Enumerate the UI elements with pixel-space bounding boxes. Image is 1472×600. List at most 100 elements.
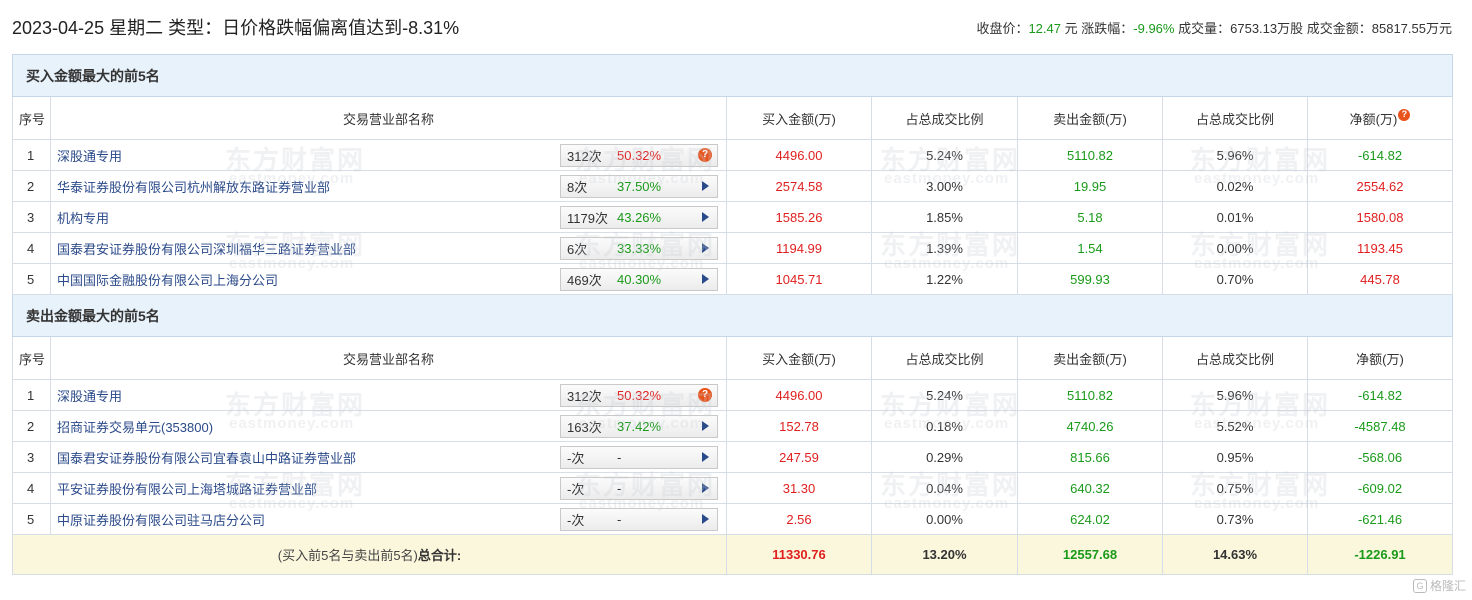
win-rate: - bbox=[617, 449, 622, 465]
buy-amount: 2574.58 bbox=[726, 170, 872, 202]
appearance-count: 312次 bbox=[567, 388, 602, 404]
change-label: 涨跌幅： bbox=[1081, 21, 1134, 36]
sell-amount: 5110.82 bbox=[1017, 379, 1163, 411]
help-question-icon[interactable]: ? bbox=[1398, 108, 1411, 121]
branch-name-wrap: 国泰君安证券股份有限公司深圳福华三路证券营业部 6次 33.33% bbox=[52, 234, 726, 263]
branch-stat-button[interactable]: 312次 50.32%? bbox=[560, 143, 718, 167]
total-label-bold: 总合计: bbox=[417, 548, 462, 563]
total-sell-ratio: 14.63% bbox=[1162, 534, 1308, 575]
arrow-right-icon[interactable] bbox=[693, 212, 717, 222]
col-header-buy-ratio-label: 占总成交比例 bbox=[905, 351, 984, 367]
sell-amount: 4740.26 bbox=[1017, 410, 1163, 442]
arrow-right-icon[interactable] bbox=[693, 514, 717, 524]
question-icon[interactable]: ? bbox=[693, 388, 717, 402]
arrow-glyph bbox=[701, 274, 709, 284]
question-icon[interactable]: ? bbox=[693, 148, 717, 162]
sell-ratio: 5.96% bbox=[1162, 379, 1308, 411]
volume-value: 6753.13万股 bbox=[1230, 21, 1304, 36]
buy-amount: 1045.71 bbox=[726, 263, 872, 295]
sell-amount: 19.95 bbox=[1017, 170, 1163, 202]
net-amount: -614.82 bbox=[1306, 379, 1454, 411]
col-header-buy-ratio-label: 占总成交比例 bbox=[905, 111, 984, 127]
branch-name-link[interactable]: 国泰君安证券股份有限公司宜春袁山中路证券营业部 bbox=[52, 448, 561, 467]
buy-ratio: 1.85% bbox=[871, 201, 1018, 233]
branch-name-link[interactable]: 华泰证券股份有限公司杭州解放东路证券营业部 bbox=[52, 177, 561, 196]
branch-name-link[interactable]: 平安证券股份有限公司上海塔城路证券营业部 bbox=[52, 479, 561, 498]
branch-name-wrap: 华泰证券股份有限公司杭州解放东路证券营业部 8次 37.50% bbox=[52, 172, 726, 201]
branch-name-link[interactable]: 国泰君安证券股份有限公司深圳福华三路证券营业部 bbox=[52, 239, 561, 258]
volume-label: 成交量： bbox=[1178, 21, 1231, 36]
net-amount: -621.46 bbox=[1306, 503, 1454, 535]
arrow-glyph bbox=[701, 483, 709, 493]
arrow-right-icon[interactable] bbox=[693, 181, 717, 191]
buy-amount: 4496.00 bbox=[726, 139, 872, 171]
branch-stat-button[interactable]: 163次 37.42% bbox=[560, 414, 718, 438]
win-rate: 37.42% bbox=[617, 418, 662, 434]
net-amount: -609.02 bbox=[1306, 472, 1454, 504]
appearance-count: -次 bbox=[567, 481, 585, 497]
win-rate: - bbox=[617, 480, 622, 496]
row-index: 2 bbox=[12, 170, 51, 202]
col-header-sell-label: 卖出金额(万) bbox=[1053, 111, 1127, 127]
branch-stat-button[interactable]: 312次 50.32%? bbox=[560, 383, 718, 407]
col-header-buy: 买入金额(万) bbox=[726, 336, 872, 380]
sell-ratio: 5.96% bbox=[1162, 139, 1308, 171]
sell-amount: 624.02 bbox=[1017, 503, 1163, 535]
appearance-count: 163次 bbox=[567, 419, 602, 435]
close-label: 收盘价： bbox=[976, 21, 1029, 36]
branch-stat-button[interactable]: 1179次 43.26% bbox=[560, 205, 718, 229]
win-rate: 37.50% bbox=[617, 178, 662, 194]
branch-name-wrap: 机构专用 1179次 43.26% bbox=[52, 203, 726, 232]
arrow-glyph bbox=[701, 243, 709, 253]
branch-name-link[interactable]: 深股通专用 bbox=[52, 386, 561, 405]
table-row: 1 深股通专用 312次 50.32%? 4496.00 5.24% 5110.82 5.96… bbox=[12, 379, 1454, 411]
buy-amount: 4496.00 bbox=[726, 379, 872, 411]
brand-text: 格隆汇 bbox=[1429, 579, 1466, 593]
branch-stat-button[interactable]: -次 - bbox=[560, 507, 718, 531]
buy-ratio: 3.00% bbox=[871, 170, 1018, 202]
sell-amount: 815.66 bbox=[1017, 441, 1163, 473]
table-row: 5 中国国际金融股份有限公司上海分公司 469次 40.30% 1045.71 1.22%… bbox=[12, 263, 1454, 295]
arrow-glyph bbox=[701, 212, 709, 222]
section-title: 买入金额最大的前5名 bbox=[11, 54, 1454, 97]
col-header-buy-ratio: 占总成交比例 bbox=[871, 336, 1018, 380]
branch-stat-button[interactable]: 469次 40.30% bbox=[560, 267, 718, 291]
arrow-right-icon[interactable] bbox=[693, 243, 717, 253]
appearance-count: -次 bbox=[567, 512, 585, 528]
branch-name-link[interactable]: 机构专用 bbox=[52, 208, 561, 227]
win-rate: - bbox=[617, 511, 622, 527]
branch-name-link[interactable]: 招商证券交易单元(353800) bbox=[52, 417, 561, 436]
branch-name-link[interactable]: 深股通专用 bbox=[52, 146, 561, 165]
net-amount: 445.78 bbox=[1306, 263, 1454, 295]
branch-stat-button[interactable]: 8次 37.50% bbox=[560, 174, 718, 198]
arrow-right-icon[interactable] bbox=[693, 452, 717, 462]
arrow-right-icon[interactable] bbox=[693, 274, 717, 284]
col-header-net-label: 净额(万) bbox=[1349, 111, 1398, 127]
row-index: 3 bbox=[12, 441, 51, 473]
table-row: 3 机构专用 1179次 43.26% 1585.26 1.85% 5.18 0.01% 158… bbox=[12, 201, 1454, 233]
branch-name-cell: 国泰君安证券股份有限公司深圳福华三路证券营业部 6次 33.33% bbox=[50, 232, 727, 264]
buy-ratio: 5.24% bbox=[871, 379, 1018, 411]
col-header-net: 净额(万)? bbox=[1306, 96, 1454, 140]
branch-name-cell: 华泰证券股份有限公司杭州解放东路证券营业部 8次 37.50% bbox=[50, 170, 727, 202]
row-index: 3 bbox=[12, 201, 51, 233]
net-amount: 1193.45 bbox=[1306, 232, 1454, 264]
arrow-right-icon[interactable] bbox=[693, 483, 717, 493]
branch-stat-button[interactable]: -次 - bbox=[560, 476, 718, 500]
appearance-count: 312次 bbox=[567, 148, 602, 164]
branch-name-link[interactable]: 中国国际金融股份有限公司上海分公司 bbox=[52, 270, 561, 289]
arrow-right-icon[interactable] bbox=[693, 421, 717, 431]
col-header-sell-ratio: 占总成交比例 bbox=[1162, 96, 1308, 140]
col-header-sell: 卖出金额(万) bbox=[1017, 336, 1163, 380]
table-row: 5 中原证券股份有限公司驻马店分公司 -次 - 2.56 0.00% 624.02 0.73%… bbox=[12, 503, 1454, 535]
buy-amount: 1194.99 bbox=[726, 232, 872, 264]
branch-stat-button[interactable]: -次 - bbox=[560, 445, 718, 469]
col-header-buy: 买入金额(万) bbox=[726, 96, 872, 140]
col-header-sell: 卖出金额(万) bbox=[1017, 96, 1163, 140]
buy-section-title-row: 买入金额最大的前5名 bbox=[11, 54, 1454, 97]
buy-ratio: 0.18% bbox=[871, 410, 1018, 442]
branch-stat-button[interactable]: 6次 33.33% bbox=[560, 236, 718, 260]
branch-name-cell: 机构专用 1179次 43.26% bbox=[50, 201, 727, 233]
buy-amount: 152.78 bbox=[726, 410, 872, 442]
branch-name-link[interactable]: 中原证券股份有限公司驻马店分公司 bbox=[52, 510, 561, 529]
